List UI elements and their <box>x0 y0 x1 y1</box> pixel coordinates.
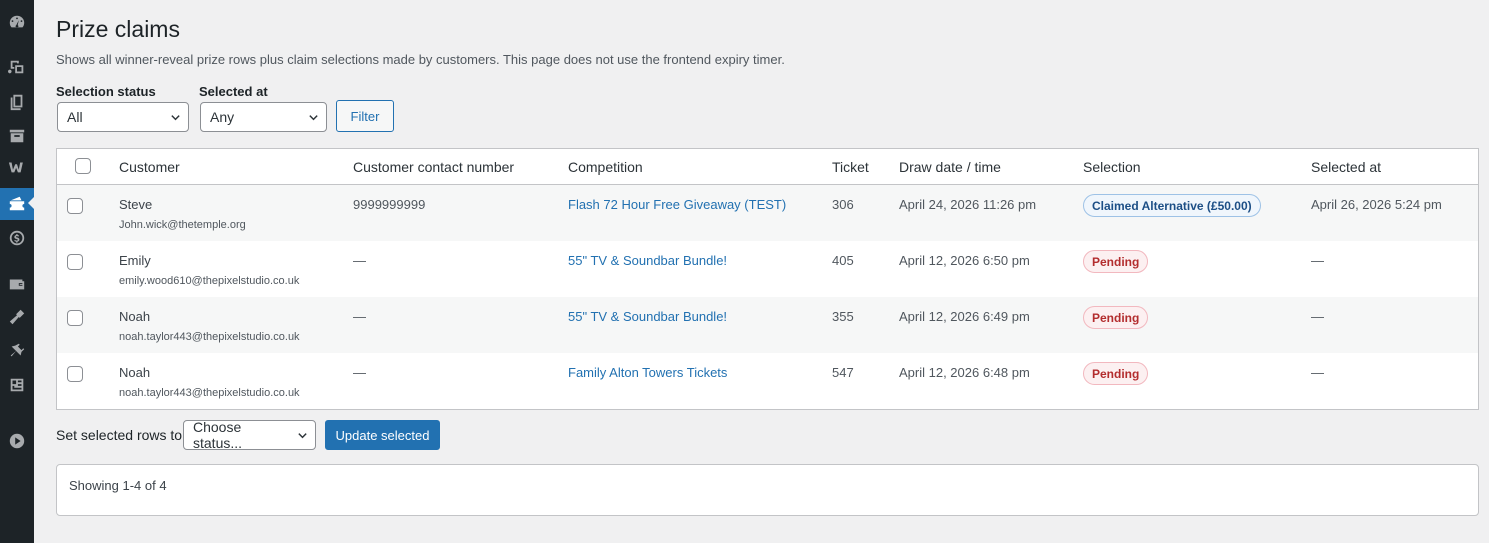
status-badge: Claimed Alternative (£50.00) <box>1083 194 1261 217</box>
column-header-selection[interactable]: Selection <box>1083 159 1141 176</box>
ticket-number: 306 <box>832 197 854 212</box>
plugins-icon[interactable] <box>0 336 34 366</box>
customer-name: Noah <box>119 365 151 380</box>
row-checkbox[interactable] <box>67 198 83 214</box>
dollar-icon[interactable] <box>0 223 34 253</box>
tools-icon[interactable] <box>0 370 34 400</box>
chevron-down-icon <box>309 115 318 121</box>
update-selected-button[interactable]: Update selected <box>325 420 440 450</box>
filter-button[interactable]: Filter <box>336 100 394 132</box>
draw-date: April 12, 2026 6:49 pm <box>899 309 1030 324</box>
status-badge: Pending <box>1083 250 1149 273</box>
table-row: Noah noah.taylor443@thepixelstudio.co.uk… <box>57 353 1478 409</box>
bulk-status-select[interactable]: Choose status... <box>183 419 316 451</box>
customer-email: emily.wood610@thepixelstudio.co.uk <box>119 275 300 287</box>
woocommerce-icon[interactable] <box>0 152 34 182</box>
selected-at: — <box>1311 365 1324 380</box>
selected-at-value: Any <box>210 109 235 125</box>
column-header-draw-date[interactable]: Draw date / time <box>899 159 1001 176</box>
ticket-number: 547 <box>832 365 854 380</box>
draw-date: April 12, 2026 6:48 pm <box>899 365 1030 380</box>
competition-link[interactable]: Family Alton Towers Tickets <box>568 364 727 381</box>
table-row: Noah noah.taylor443@thepixelstudio.co.uk… <box>57 297 1478 353</box>
customer-name: Steve <box>119 197 153 212</box>
selected-at: April 26, 2026 5:24 pm <box>1311 197 1442 212</box>
customer-email: John.wick@thetemple.org <box>119 219 246 231</box>
bulk-status-value: Choose status... <box>193 419 243 451</box>
selection-status-value: All <box>67 109 83 125</box>
select-all-checkbox[interactable] <box>75 158 91 174</box>
competition-link[interactable]: Flash 72 Hour Free Giveaway (TEST) <box>568 196 786 213</box>
media-icon[interactable] <box>0 52 34 82</box>
customer-email: noah.taylor443@thepixelstudio.co.uk <box>119 387 300 399</box>
contact-number: — <box>353 309 366 324</box>
column-header-customer[interactable]: Customer <box>119 159 180 176</box>
chevron-down-icon <box>171 115 180 121</box>
row-checkbox[interactable] <box>67 254 83 270</box>
selected-at-label: Selected at <box>199 84 268 99</box>
selection-status-label: Selection status <box>56 84 156 99</box>
column-header-competition[interactable]: Competition <box>568 159 643 176</box>
row-checkbox[interactable] <box>67 310 83 326</box>
selected-at: — <box>1311 309 1324 324</box>
customer-name: Noah <box>119 309 151 324</box>
bulk-action-label: Set selected rows to <box>56 427 183 443</box>
table-header: Customer Customer contact number Competi… <box>57 149 1478 185</box>
draw-date: April 12, 2026 6:50 pm <box>899 253 1030 268</box>
status-badge: Pending <box>1083 362 1149 385</box>
contact-number: — <box>353 253 366 268</box>
selected-at-select[interactable]: Any <box>200 102 327 132</box>
row-checkbox[interactable] <box>67 366 83 382</box>
appearance-icon[interactable] <box>0 302 34 332</box>
play-icon[interactable] <box>0 426 34 456</box>
contact-number: 9999999999 <box>353 197 426 212</box>
pagination-box: Showing 1-4 of 4 <box>56 464 1479 516</box>
selected-at: — <box>1311 253 1324 268</box>
status-badge: Pending <box>1083 306 1149 329</box>
competition-link[interactable]: 55" TV & Soundbar Bundle! <box>568 252 727 269</box>
selection-status-select[interactable]: All <box>57 102 189 132</box>
page-title: Prize claims <box>56 16 180 42</box>
draw-date: April 24, 2026 11:26 pm <box>899 197 1037 212</box>
column-header-contact[interactable]: Customer contact number <box>353 159 514 176</box>
pages-icon[interactable] <box>0 87 34 117</box>
tickets-icon[interactable] <box>0 188 34 220</box>
ticket-number: 355 <box>832 309 854 324</box>
ticket-number: 405 <box>832 253 854 268</box>
column-header-selected-at[interactable]: Selected at <box>1311 159 1381 176</box>
admin-sidebar <box>0 0 34 543</box>
archive-icon[interactable] <box>0 121 34 151</box>
wallet-icon[interactable] <box>0 269 34 299</box>
table-row: Emily emily.wood610@thepixelstudio.co.uk… <box>57 241 1478 297</box>
customer-email: noah.taylor443@thepixelstudio.co.uk <box>119 331 300 343</box>
showing-count: Showing 1-4 of 4 <box>69 478 167 493</box>
page-description: Shows all winner-reveal prize rows plus … <box>56 52 785 67</box>
competition-link[interactable]: 55" TV & Soundbar Bundle! <box>568 308 727 325</box>
dashboard-icon[interactable] <box>0 7 34 37</box>
table-row: Steve John.wick@thetemple.org 9999999999… <box>57 185 1478 241</box>
column-header-ticket[interactable]: Ticket <box>832 159 869 176</box>
chevron-down-icon <box>298 433 307 439</box>
prize-claims-table: Customer Customer contact number Competi… <box>56 148 1479 410</box>
contact-number: — <box>353 365 366 380</box>
customer-name: Emily <box>119 253 151 268</box>
